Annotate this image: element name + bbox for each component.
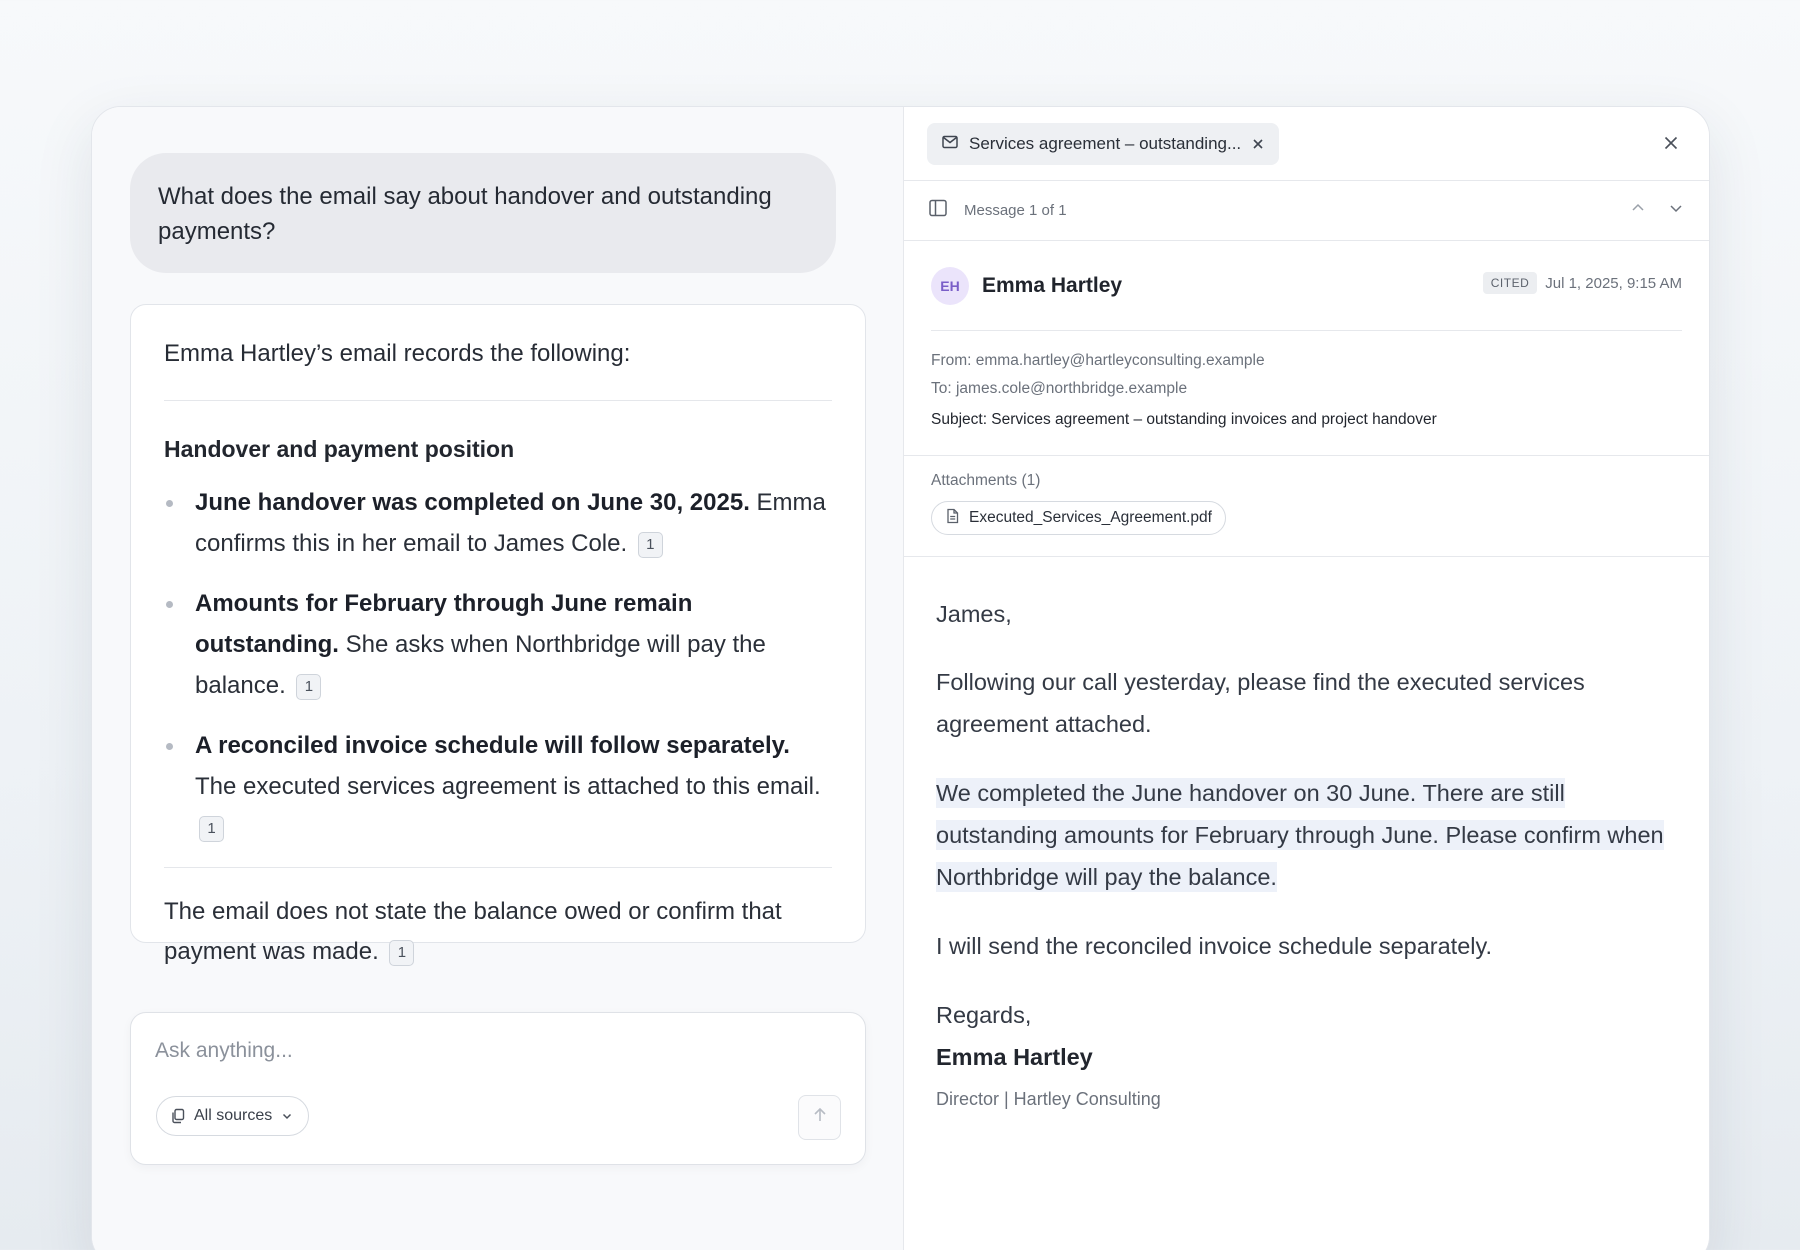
attachments-section: Attachments (1) Executed_Services_Agreem… [904,456,1709,557]
to-line: To: james.cole@northbridge.example [931,380,1188,397]
sources-dropdown[interactable]: All sources [156,1096,310,1136]
answer-divider [164,867,832,868]
close-panel-icon[interactable] [1657,129,1685,157]
answer-heading: Handover and payment position [164,436,515,462]
answer-divider [164,400,832,401]
email-viewer-pane: Services agreement – outstanding... Mess… [904,107,1709,1250]
email-paragraph: Following our call yesterday, please fin… [936,669,1585,737]
user-question: What does the email say about handover a… [158,183,772,245]
attachment-chip[interactable]: Executed_Services_Agreement.pdf [931,501,1226,535]
bullet-text: The executed services agreement is attac… [195,773,821,800]
signature-title: Director | Hartley Consulting [936,1089,1161,1109]
answer-bullet: Amounts for February through June remain… [164,583,832,706]
document-tab[interactable]: Services agreement – outstanding... [927,123,1280,165]
sender-row: EH Emma Hartley CITED Jul 1, 2025, 9:15 … [931,241,1682,331]
user-message-bubble: What does the email say about handover a… [130,153,836,273]
ask-input[interactable] [155,1033,835,1069]
cited-passage: We completed the June handover on 30 Jun… [936,772,1677,898]
email-greeting: James, [936,601,1012,627]
answer-bullet: June handover was completed on June 30, … [164,482,832,564]
bullet-lead: June handover was completed on June 30, … [195,489,750,516]
answer-bullet-list: June handover was completed on June 30, … [164,482,832,848]
email-body: James, Following our call yesterday, ple… [904,557,1709,1120]
citation-chip[interactable]: 1 [637,532,663,558]
answer-bullet: A reconciled invoice schedule will follo… [164,725,832,848]
sources-label: All sources [194,1107,273,1124]
citation-chip[interactable]: 1 [296,674,322,700]
chat-composer: All sources [130,1012,866,1165]
answer-intro: Emma Hartley’s email records the followi… [164,340,631,367]
message-nav-buttons [1629,199,1685,222]
citation-chip[interactable]: 1 [389,940,415,966]
mail-icon [941,133,959,156]
chat-pane: What does the email say about handover a… [92,107,904,1250]
arrow-up-icon [811,1106,829,1129]
tab-title: Services agreement – outstanding... [969,134,1242,153]
message-count: Message 1 of 1 [964,202,1067,219]
sender-name: Emma Hartley [982,273,1123,297]
citation-chip[interactable]: 1 [199,816,224,842]
chevron-down-icon [280,1109,294,1123]
avatar: EH [931,266,969,305]
copy-docs-icon [170,1108,186,1124]
chevron-up-icon[interactable] [1629,199,1647,222]
chevron-down-icon[interactable] [1667,199,1685,222]
from-line: From: emma.hartley@hartleyconsulting.exa… [931,352,1265,369]
email-paragraph: I will send the reconciled invoice sched… [936,933,1493,959]
app-window: What does the email say about handover a… [91,106,1710,1250]
file-icon [945,508,960,529]
cited-highlight: We completed the June handover on 30 Jun… [936,778,1664,892]
message-meta: CITED Jul 1, 2025, 9:15 AM [1482,272,1682,294]
email-signoff: Regards, [936,1002,1032,1028]
signature-name: Emma Hartley [936,1044,1093,1070]
subject-line: Subject: Services agreement – outstandin… [931,411,1437,428]
message-navigation-bar: Message 1 of 1 [904,181,1709,241]
sent-timestamp: Jul 1, 2025, 9:15 AM [1545,274,1682,292]
answer-footer: The email does not state the balance owe… [164,892,832,972]
assistant-answer-card: Emma Hartley’s email records the followi… [130,304,866,966]
send-button[interactable] [798,1095,841,1140]
attachments-label: Attachments (1) [931,472,1041,489]
sidebar-toggle-icon[interactable] [928,198,948,223]
answer-footer-text: The email does not state the balance owe… [164,898,782,965]
attachment-filename: Executed_Services_Agreement.pdf [969,509,1212,526]
viewer-tab-bar: Services agreement – outstanding... [904,107,1709,181]
cited-badge: CITED [1482,272,1538,294]
email-headers: From: emma.hartley@hartleyconsulting.exa… [904,331,1709,456]
bullet-lead: A reconciled invoice schedule will follo… [195,732,790,759]
close-tab-icon[interactable] [1251,137,1265,151]
